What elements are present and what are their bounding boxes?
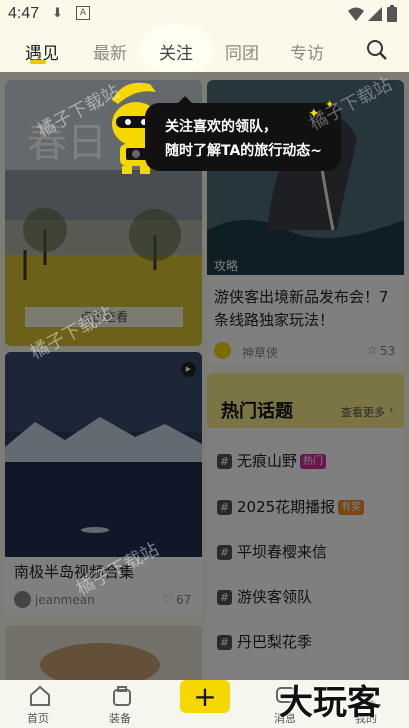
hash-icon: # — [217, 590, 232, 605]
nav-gear[interactable]: 装备 — [99, 682, 145, 726]
hash-icon: # — [217, 545, 232, 560]
topic-item[interactable]: # 丹巴梨花季 — [217, 631, 312, 652]
battery-icon — [387, 5, 397, 22]
topic-item[interactable]: # 游侠客领队 — [217, 586, 312, 607]
status-bar: 4:47 ⬇ A — [0, 0, 409, 30]
hash-icon: # — [217, 635, 232, 650]
topic-label: 平坝春樱来信 — [237, 543, 328, 561]
topic-label: 游侠客领队 — [237, 588, 313, 606]
plus-icon[interactable]: + — [180, 680, 230, 713]
star-icon[interactable]: ☆ — [367, 343, 378, 357]
a-icon: A — [76, 6, 90, 20]
food-photo — [5, 625, 202, 685]
tab-same-group[interactable]: 同团 — [225, 39, 259, 64]
topic-item[interactable]: # 无痕山野 热门 — [217, 450, 327, 471]
hot-tag: 热门 — [300, 454, 327, 469]
topic-label: 2025花期播报 — [237, 498, 336, 516]
nav-home[interactable]: 首页 — [17, 682, 63, 726]
nav-label: 首页 — [27, 712, 49, 725]
wifi-icon — [348, 7, 364, 21]
tab-follow[interactable]: 关注 — [159, 39, 193, 64]
food-post-card[interactable] — [5, 625, 202, 685]
guide-line-2: 随时了解TA的旅行动态~ — [165, 143, 323, 159]
heart-icon[interactable]: ♡ — [162, 592, 173, 606]
nav-label: 装备 — [109, 712, 131, 725]
topic-item[interactable]: # 平坝春樱来信 — [217, 541, 327, 562]
hash-icon: # — [217, 500, 232, 515]
antarctic-likes: 67 — [176, 593, 192, 607]
download-icon: ⬇ — [52, 6, 63, 21]
home-icon — [30, 685, 50, 706]
tab-latest[interactable]: 最新 — [93, 39, 127, 64]
status-time: 4:47 — [8, 5, 40, 22]
strategy-badge: 攻略 — [214, 259, 239, 273]
gear-bag-icon — [113, 686, 131, 706]
avatar[interactable] — [14, 591, 31, 608]
active-tab-indicator — [30, 60, 46, 64]
see-more-link[interactable]: 查看更多 — [341, 404, 385, 420]
signal-icon — [368, 7, 382, 21]
prize-tag: 有奖 — [338, 500, 365, 515]
hot-topics-title: 热门话题 — [221, 401, 293, 422]
topic-item[interactable]: #2025花期播报 有奖 — [217, 496, 365, 517]
top-tab-bar: 遇见 最新 关注 同团 专访 — [0, 27, 409, 72]
hash-icon: # — [217, 454, 232, 469]
search-icon[interactable] — [366, 39, 388, 61]
whale-author[interactable]: 神草侠 — [242, 344, 278, 361]
whale-title: 游侠客出境新品发布会！7条线路独家玩法！ — [214, 288, 389, 329]
tab-interview[interactable]: 专访 — [290, 39, 324, 64]
tooltip-pointer — [175, 96, 195, 106]
whale-likes: 53 — [380, 344, 396, 358]
topic-label: 无痕山野 — [237, 452, 298, 470]
dawanke-logo-watermark: 大玩客 — [279, 684, 381, 722]
video-play-icon: ▶ — [181, 362, 196, 377]
avatar[interactable] — [214, 342, 231, 359]
chevron-right-icon: › — [389, 403, 394, 416]
topic-label: 丹巴梨花季 — [237, 633, 313, 651]
antarctic-photo — [5, 352, 202, 557]
